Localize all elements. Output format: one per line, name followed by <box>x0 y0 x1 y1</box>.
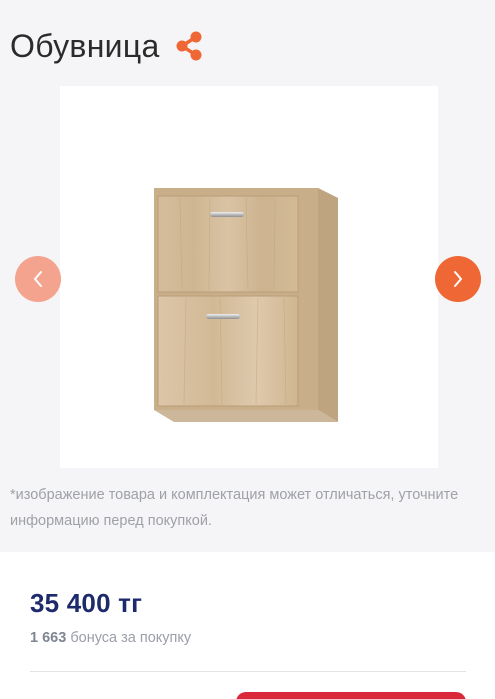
gallery-prev-button[interactable] <box>15 256 61 302</box>
bonus-amount: 1 663 <box>30 630 67 646</box>
gallery-next-button[interactable] <box>435 256 481 302</box>
bonus-info: 1 663 бонуса за покупку <box>30 630 191 646</box>
image-disclaimer: *изображение товара и комплектация может… <box>10 487 459 529</box>
title-row: Обувница <box>10 22 204 70</box>
product-header-area: Обувница *изображение товара и комплекта… <box>0 0 495 552</box>
share-icon[interactable] <box>174 30 204 62</box>
product-image-gallery[interactable] <box>60 86 438 468</box>
buy-button[interactable] <box>236 692 466 699</box>
product-price: 35 400 тг <box>30 588 143 618</box>
divider <box>30 671 466 672</box>
chevron-left-icon <box>34 271 42 287</box>
chevron-right-icon <box>454 271 462 287</box>
product-title: Обувница <box>10 27 160 64</box>
bonus-text: бонуса за покупку <box>70 630 192 646</box>
product-image <box>154 188 338 422</box>
